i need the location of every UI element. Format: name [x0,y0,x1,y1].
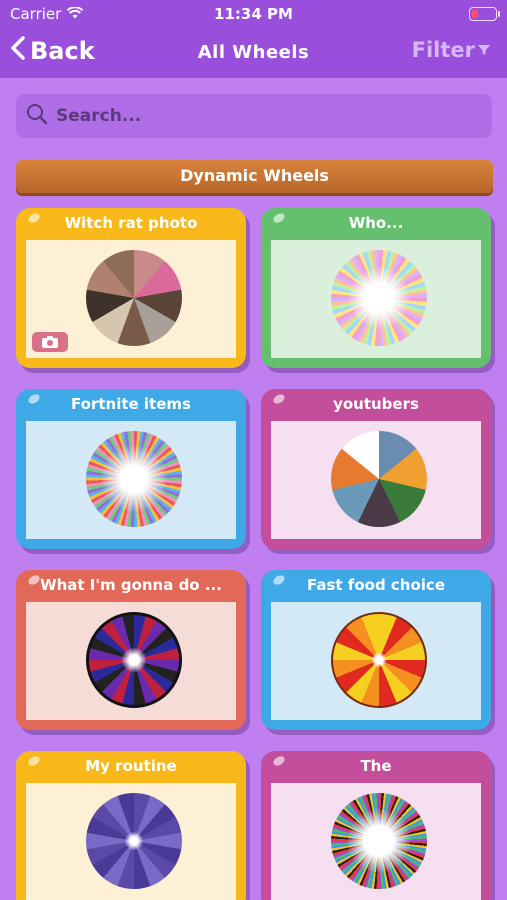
filter-button[interactable]: Filter [412,38,491,62]
wheel-card[interactable]: Fortnite items [16,389,246,549]
nav-bar: Back All Wheels Filter [0,30,507,76]
search-icon [26,103,48,129]
wheel-card[interactable]: My routine [16,751,246,900]
status-bar: Carrier 11:34 PM [0,0,507,28]
wheel-image [331,250,427,346]
wheel-image [86,612,182,708]
top-bar: Carrier 11:34 PM Back All Wheels Filter [0,0,507,78]
wheel-card[interactable]: Witch rat photo [16,208,246,368]
wheel-card-title: What I'm gonna do ... [40,576,222,594]
wheel-card-title: Who... [348,214,404,232]
camera-icon [32,332,68,352]
wheel-image [331,612,427,708]
wheel-card-title: youtubers [333,395,419,413]
filter-label: Filter [411,38,475,62]
wheel-card[interactable]: Who... [261,208,491,368]
wheel-card-title: Fast food choice [307,576,445,594]
wheel-image [331,431,427,527]
wheel-card[interactable]: What I'm gonna do ... [16,570,246,730]
wheel-card-title: The [360,757,392,775]
wheel-image [331,793,427,889]
wheel-card-title: Witch rat photo [64,214,198,232]
wheel-image [86,793,182,889]
wheel-card[interactable]: Fast food choice [261,570,491,730]
clock: 11:34 PM [214,5,293,23]
search-input[interactable]: Search... [16,94,492,138]
search-placeholder: Search... [56,106,142,126]
wheel-card[interactable]: The [261,751,491,900]
funnel-icon [477,38,491,62]
wheel-card-title: Fortnite items [71,395,191,413]
wheel-image [86,431,182,527]
wheel-card-title: My routine [85,757,177,775]
wheel-card[interactable]: youtubers [261,389,491,549]
section-header: Dynamic Wheels [16,160,493,193]
battery-icon [469,7,500,21]
wheel-image [86,250,182,346]
